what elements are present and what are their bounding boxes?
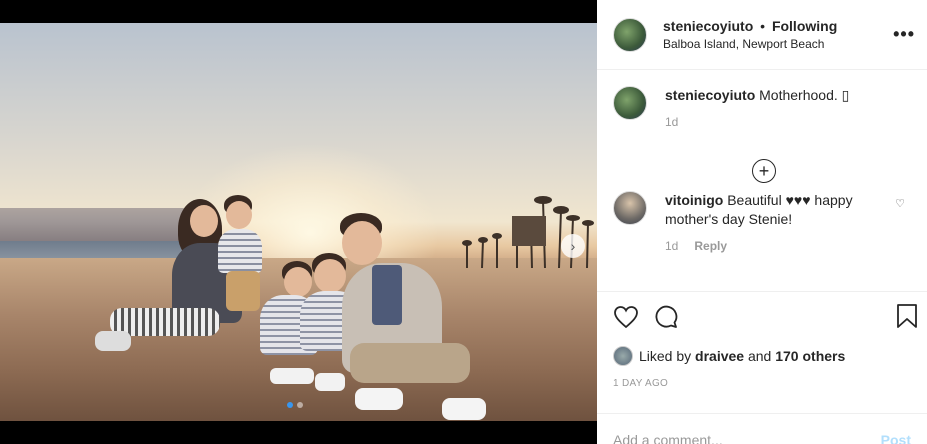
comment-icon[interactable] (653, 304, 679, 330)
post-date[interactable]: 1 DAY AGO (613, 378, 911, 389)
family-group (90, 193, 490, 421)
post-comment-button[interactable]: Post (881, 432, 911, 444)
post-sidebar: steniecoyiuto • Following Balboa Island,… (597, 0, 927, 444)
following-button[interactable]: Following (772, 18, 837, 34)
author-username[interactable]: steniecoyiuto (663, 18, 753, 34)
caption-text: Motherhood. (759, 87, 842, 103)
likes-summary: Liked by draivee and 170 others (613, 346, 911, 366)
post-header: steniecoyiuto • Following Balboa Island,… (597, 0, 927, 70)
lifeguard-tower (512, 216, 546, 246)
bookmark-icon[interactable] (897, 304, 917, 333)
caption-avatar[interactable] (613, 86, 647, 120)
post-actions: Liked by draivee and 170 others 1 DAY AG… (597, 292, 927, 414)
liker-avatar[interactable] (613, 346, 633, 366)
comment-item: vitoinigo Beautiful ♥♥♥ happy mother's d… (613, 191, 911, 253)
carousel-dot (297, 402, 303, 408)
add-comment-bar: Post (597, 414, 927, 444)
caption-emoji: ▯ (841, 87, 850, 103)
commenter-username[interactable]: vitoinigo (665, 192, 723, 208)
post-photo[interactable]: › (0, 23, 597, 421)
caption-username[interactable]: steniecoyiuto (665, 87, 755, 103)
post-media: › (0, 0, 597, 444)
more-options-icon[interactable]: ••• (893, 24, 915, 45)
commenter-avatar[interactable] (613, 191, 647, 225)
caption-time[interactable]: 1d (665, 115, 678, 129)
reply-button[interactable]: Reply (694, 239, 727, 253)
likes-prefix: Liked by (639, 348, 692, 364)
liker-username[interactable]: draivee (695, 348, 744, 364)
location-link[interactable]: Balboa Island, Newport Beach (663, 37, 837, 51)
likes-and: and (747, 348, 772, 364)
load-more-comments-icon[interactable]: + (752, 159, 776, 183)
chevron-right-icon: › (570, 238, 576, 254)
caption: steniecoyiuto Motherhood. ▯ 1d (613, 86, 911, 129)
carousel-indicator (287, 402, 303, 408)
likes-count-link[interactable]: 170 others (775, 348, 845, 364)
like-icon[interactable] (613, 304, 639, 330)
comments-section: steniecoyiuto Motherhood. ▯ 1d + vitoini… (597, 70, 927, 292)
separator-dot: • (760, 18, 766, 34)
next-photo-button[interactable]: › (561, 234, 585, 258)
comment-time[interactable]: 1d (665, 239, 678, 253)
like-comment-icon[interactable]: ♡ (895, 197, 905, 210)
comment-input[interactable] (613, 432, 881, 444)
carousel-dot-active (287, 402, 293, 408)
author-avatar[interactable] (613, 17, 647, 52)
